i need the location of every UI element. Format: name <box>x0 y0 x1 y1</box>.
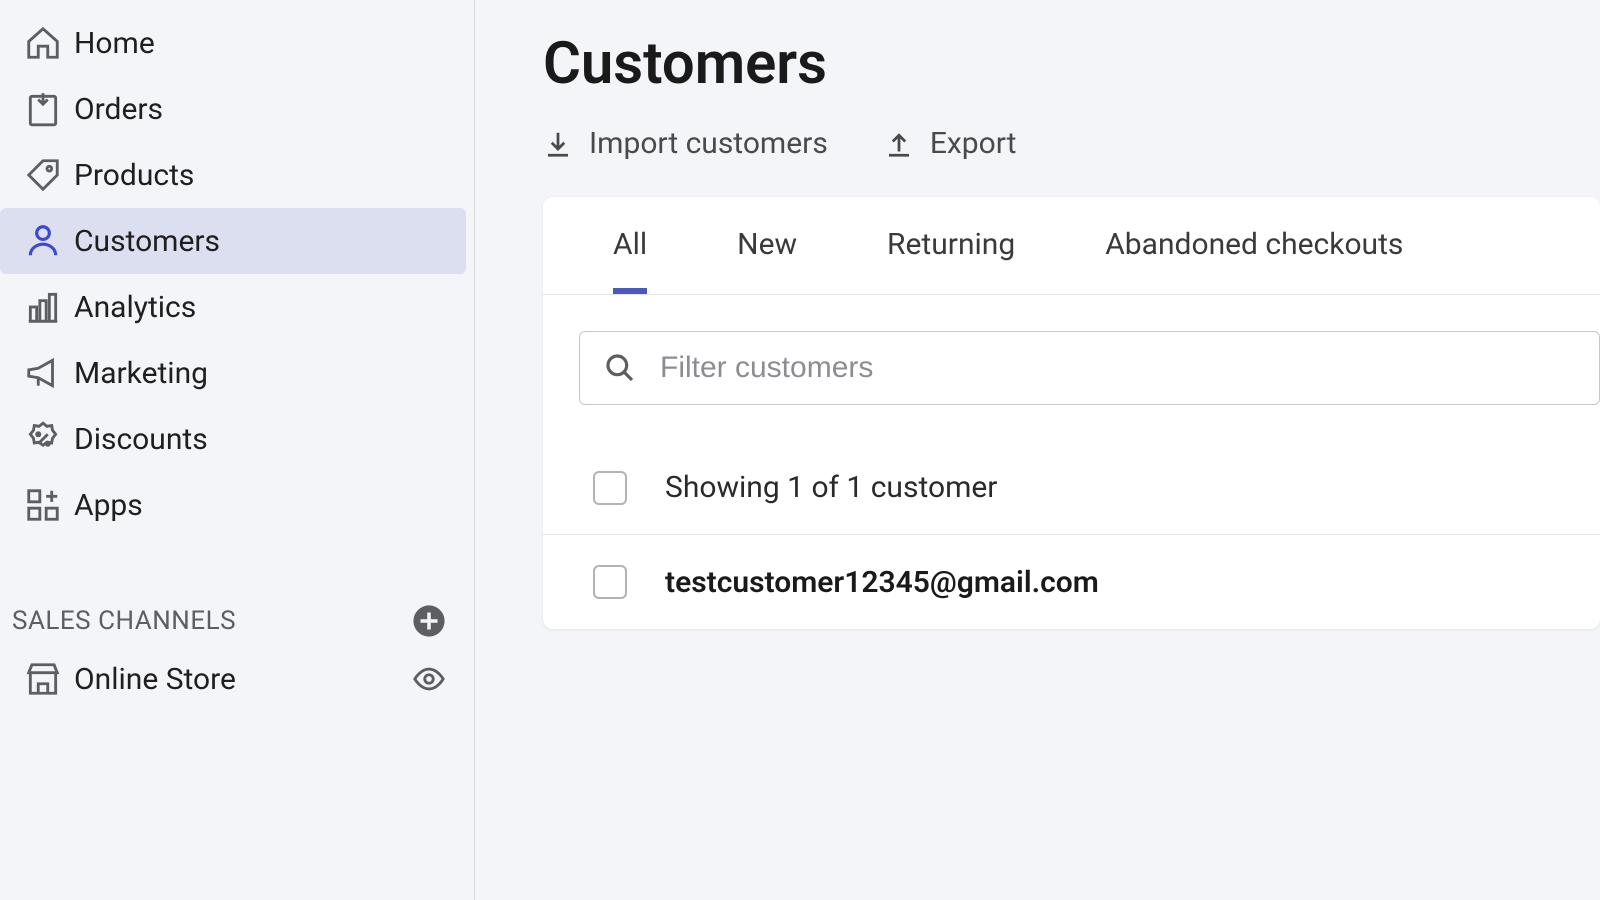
import-icon <box>543 129 573 159</box>
tab-returning[interactable]: Returning <box>887 197 1015 294</box>
tab-new[interactable]: New <box>737 197 797 294</box>
channel-item-online-store[interactable]: Online Store <box>0 646 474 712</box>
sidebar-label: Apps <box>74 488 143 523</box>
sales-channels-header: SALES CHANNELS <box>0 596 474 646</box>
store-icon <box>12 660 74 698</box>
tab-all[interactable]: All <box>613 197 647 294</box>
channel-label: Online Store <box>74 662 412 697</box>
sidebar-label: Marketing <box>74 356 208 391</box>
sidebar-item-analytics[interactable]: Analytics <box>0 274 466 340</box>
main-content: Customers Import customers Export All Ne… <box>475 0 1600 900</box>
home-icon <box>12 24 74 62</box>
export-icon <box>884 129 914 159</box>
sidebar-item-orders[interactable]: Orders <box>0 76 466 142</box>
analytics-icon <box>12 288 74 326</box>
sidebar-item-apps[interactable]: Apps <box>0 472 466 538</box>
page-title: Customers <box>543 30 1600 98</box>
toolbar: Import customers Export <box>543 126 1600 161</box>
sidebar-label: Orders <box>74 92 163 127</box>
discount-icon <box>12 420 74 458</box>
sidebar-item-marketing[interactable]: Marketing <box>0 340 466 406</box>
search-row <box>543 295 1600 441</box>
customer-email: testcustomer12345@gmail.com <box>665 565 1099 600</box>
sidebar-item-products[interactable]: Products <box>0 142 466 208</box>
list-summary: Showing 1 of 1 customer <box>665 470 997 505</box>
tab-abandoned-checkouts[interactable]: Abandoned checkouts <box>1105 197 1403 294</box>
select-all-checkbox[interactable] <box>593 471 627 505</box>
import-customers-button[interactable]: Import customers <box>543 126 828 161</box>
sidebar: Home Orders Products Customers Analytics… <box>0 0 475 900</box>
tag-icon <box>12 156 74 194</box>
customer-row[interactable]: testcustomer12345@gmail.com <box>543 535 1600 629</box>
orders-icon <box>12 90 74 128</box>
import-label: Import customers <box>589 126 828 161</box>
sidebar-label: Customers <box>74 224 220 259</box>
apps-icon <box>12 486 74 524</box>
add-channel-button[interactable] <box>412 604 446 638</box>
sidebar-label: Home <box>74 26 155 61</box>
filter-customers-input[interactable] <box>660 351 1575 385</box>
export-button[interactable]: Export <box>884 126 1017 161</box>
list-header: Showing 1 of 1 customer <box>543 441 1600 535</box>
sidebar-item-home[interactable]: Home <box>0 10 466 76</box>
megaphone-icon <box>12 354 74 392</box>
search-icon <box>604 352 636 384</box>
sidebar-item-discounts[interactable]: Discounts <box>0 406 466 472</box>
search-box <box>579 331 1600 405</box>
tabs: All New Returning Abandoned checkouts <box>543 197 1600 295</box>
sales-channels-title: SALES CHANNELS <box>12 606 236 636</box>
export-label: Export <box>930 126 1017 161</box>
sidebar-label: Analytics <box>74 290 196 325</box>
person-icon <box>12 222 74 260</box>
customers-card: All New Returning Abandoned checkouts Sh… <box>543 197 1600 629</box>
sidebar-label: Products <box>74 158 194 193</box>
row-checkbox[interactable] <box>593 565 627 599</box>
sidebar-item-customers[interactable]: Customers <box>0 208 466 274</box>
view-store-button[interactable] <box>412 662 474 696</box>
sidebar-label: Discounts <box>74 422 208 457</box>
